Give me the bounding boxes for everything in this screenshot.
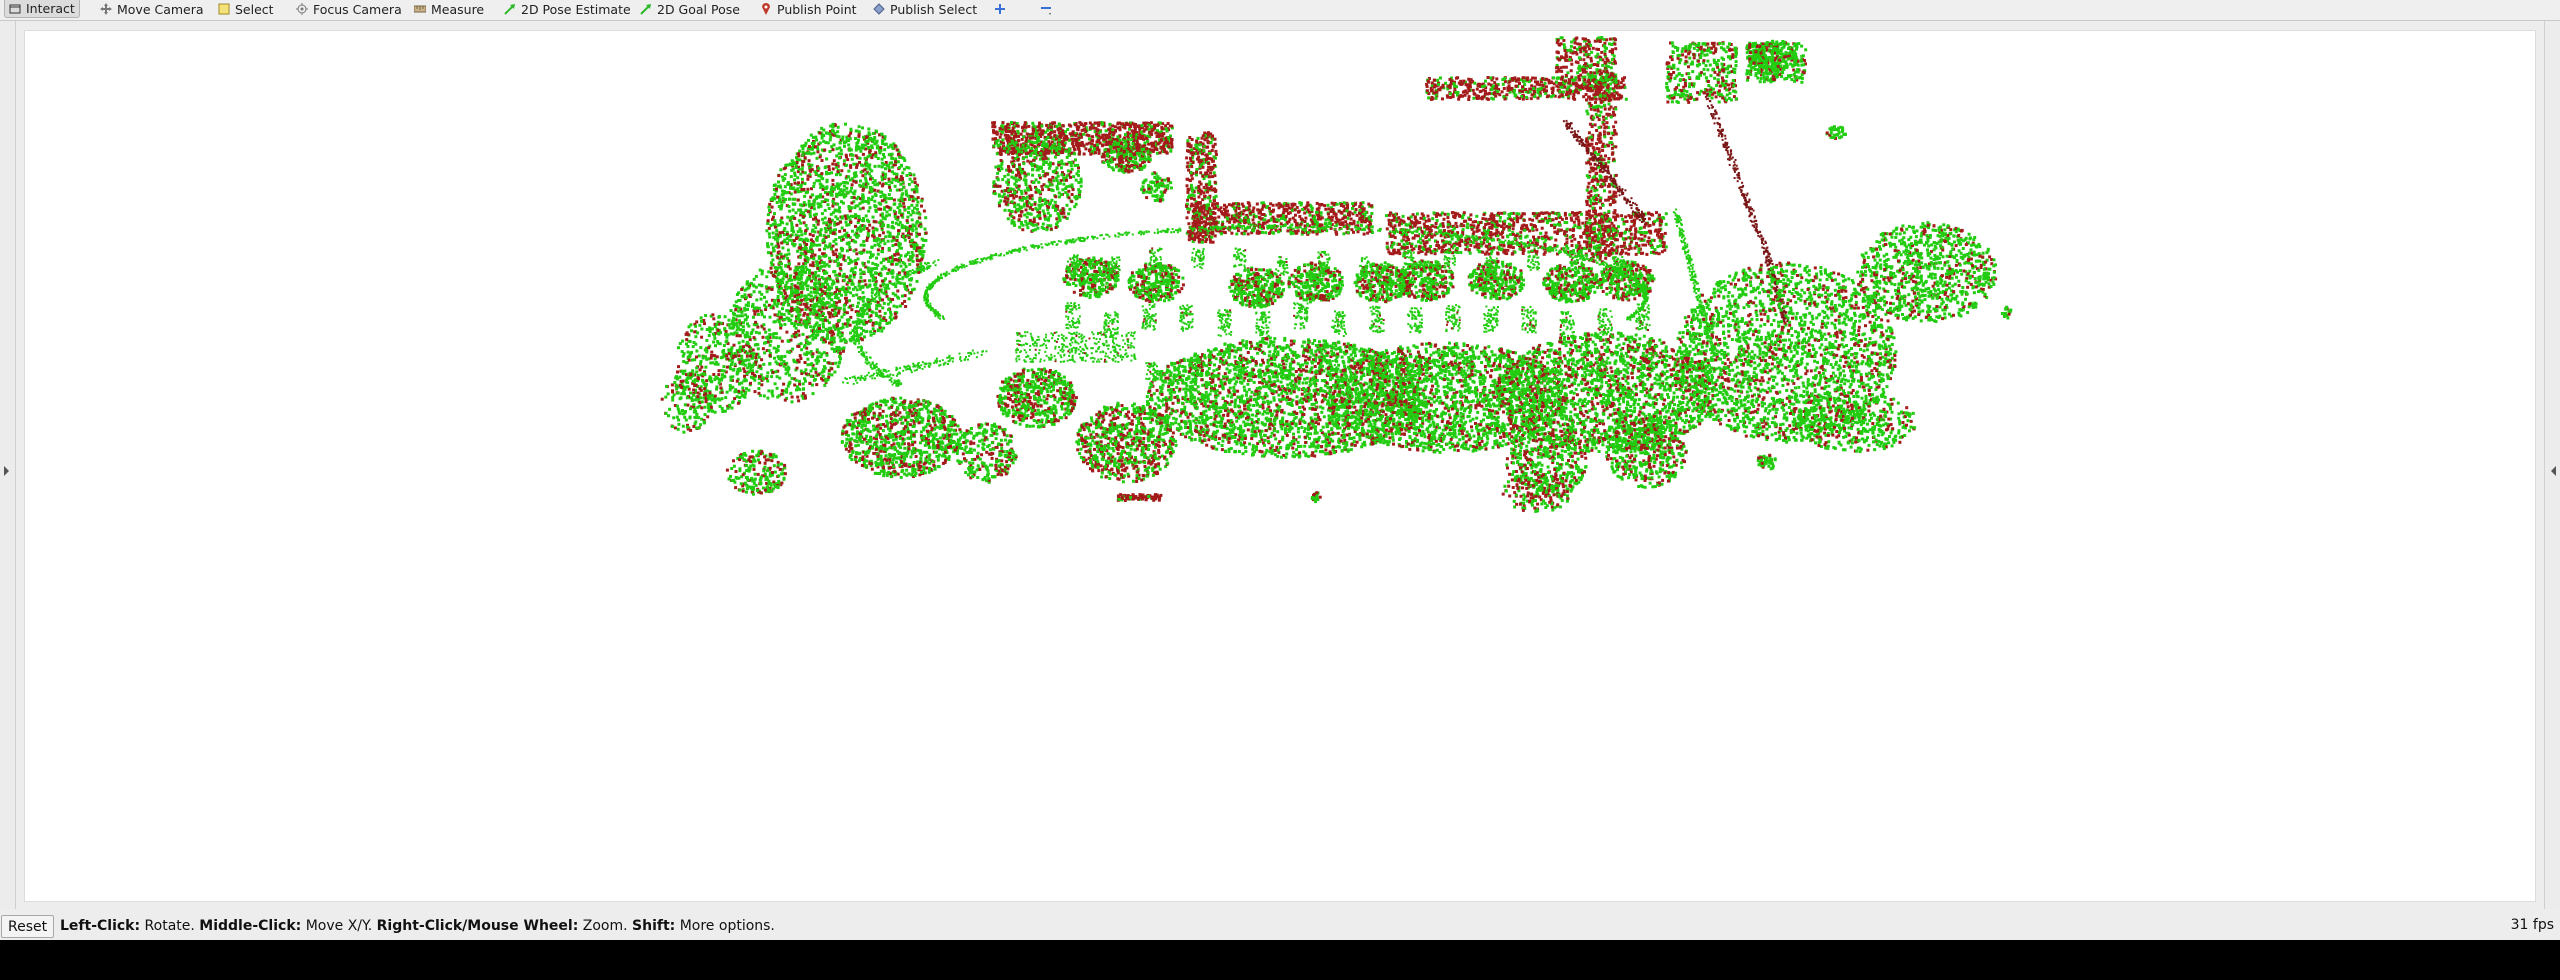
reset-view-button[interactable]: Reset bbox=[1, 915, 55, 938]
measure-icon bbox=[414, 3, 426, 15]
help-key: Middle-Click: bbox=[199, 918, 301, 934]
3d-render-viewport[interactable] bbox=[24, 30, 2536, 902]
help-key: Shift: bbox=[632, 918, 675, 934]
remove-tool-button[interactable] bbox=[1036, 0, 1056, 18]
2d-goal-pose-tool-button[interactable]: 2D Goal Pose bbox=[636, 0, 744, 18]
green-arrow-icon bbox=[640, 3, 652, 15]
help-action: Move X/Y. bbox=[301, 918, 376, 934]
publish-select-icon bbox=[873, 3, 885, 15]
publish-select-tool-button[interactable]: Publish Select bbox=[869, 0, 981, 18]
measure-tool-button[interactable]: Measure bbox=[410, 0, 488, 18]
select-tool-label: Select bbox=[235, 2, 274, 17]
rviz-window: Interact Move Camera Select Focus Camera… bbox=[0, 0, 2560, 940]
tools-toolbar: Interact Move Camera Select Focus Camera… bbox=[0, 0, 2560, 21]
pin-icon bbox=[760, 3, 772, 15]
help-action: More options. bbox=[675, 918, 775, 934]
2d-goal-pose-tool-label: 2D Goal Pose bbox=[657, 2, 740, 17]
select-icon bbox=[218, 3, 230, 15]
green-arrow-icon bbox=[504, 3, 516, 15]
2d-pose-estimate-tool-label: 2D Pose Estimate bbox=[521, 2, 631, 17]
interact-tool-label: Interact bbox=[26, 1, 75, 16]
collapse-arrow-icon bbox=[4, 466, 9, 476]
help-action: Zoom. bbox=[578, 918, 632, 934]
focus-camera-icon bbox=[296, 3, 308, 15]
select-tool-button[interactable]: Select bbox=[214, 0, 278, 18]
mouse-help-text: Left-Click: Rotate. Middle-Click: Move X… bbox=[60, 918, 775, 934]
fps-counter: 31 fps bbox=[2511, 917, 2554, 933]
publish-point-tool-label: Publish Point bbox=[777, 2, 857, 17]
left-dock-collapse-handle[interactable] bbox=[0, 21, 16, 909]
plus-icon bbox=[994, 3, 1006, 15]
move-camera-tool-button[interactable]: Move Camera bbox=[96, 0, 208, 18]
move-camera-icon bbox=[100, 3, 112, 15]
help-action: Rotate. bbox=[140, 918, 199, 934]
interact-tool-button[interactable]: Interact bbox=[4, 0, 80, 18]
focus-camera-tool-button[interactable]: Focus Camera bbox=[292, 0, 406, 18]
measure-tool-label: Measure bbox=[431, 2, 484, 17]
publish-point-tool-button[interactable]: Publish Point bbox=[756, 0, 861, 18]
right-dock-collapse-handle[interactable] bbox=[2544, 21, 2560, 909]
interact-icon bbox=[9, 3, 21, 15]
minus-icon bbox=[1040, 3, 1052, 15]
publish-select-tool-label: Publish Select bbox=[890, 2, 977, 17]
help-key: Right-Click/Mouse Wheel: bbox=[377, 918, 579, 934]
2d-pose-estimate-tool-button[interactable]: 2D Pose Estimate bbox=[500, 0, 635, 18]
help-key: Left-Click: bbox=[60, 918, 140, 934]
collapse-arrow-icon bbox=[2551, 466, 2556, 476]
point-cloud-map bbox=[660, 36, 2013, 513]
status-bar: Reset Left-Click: Rotate. Middle-Click: … bbox=[0, 913, 2560, 940]
move-camera-tool-label: Move Camera bbox=[117, 2, 204, 17]
focus-camera-tool-label: Focus Camera bbox=[313, 2, 402, 17]
add-tool-button[interactable] bbox=[990, 0, 1010, 18]
